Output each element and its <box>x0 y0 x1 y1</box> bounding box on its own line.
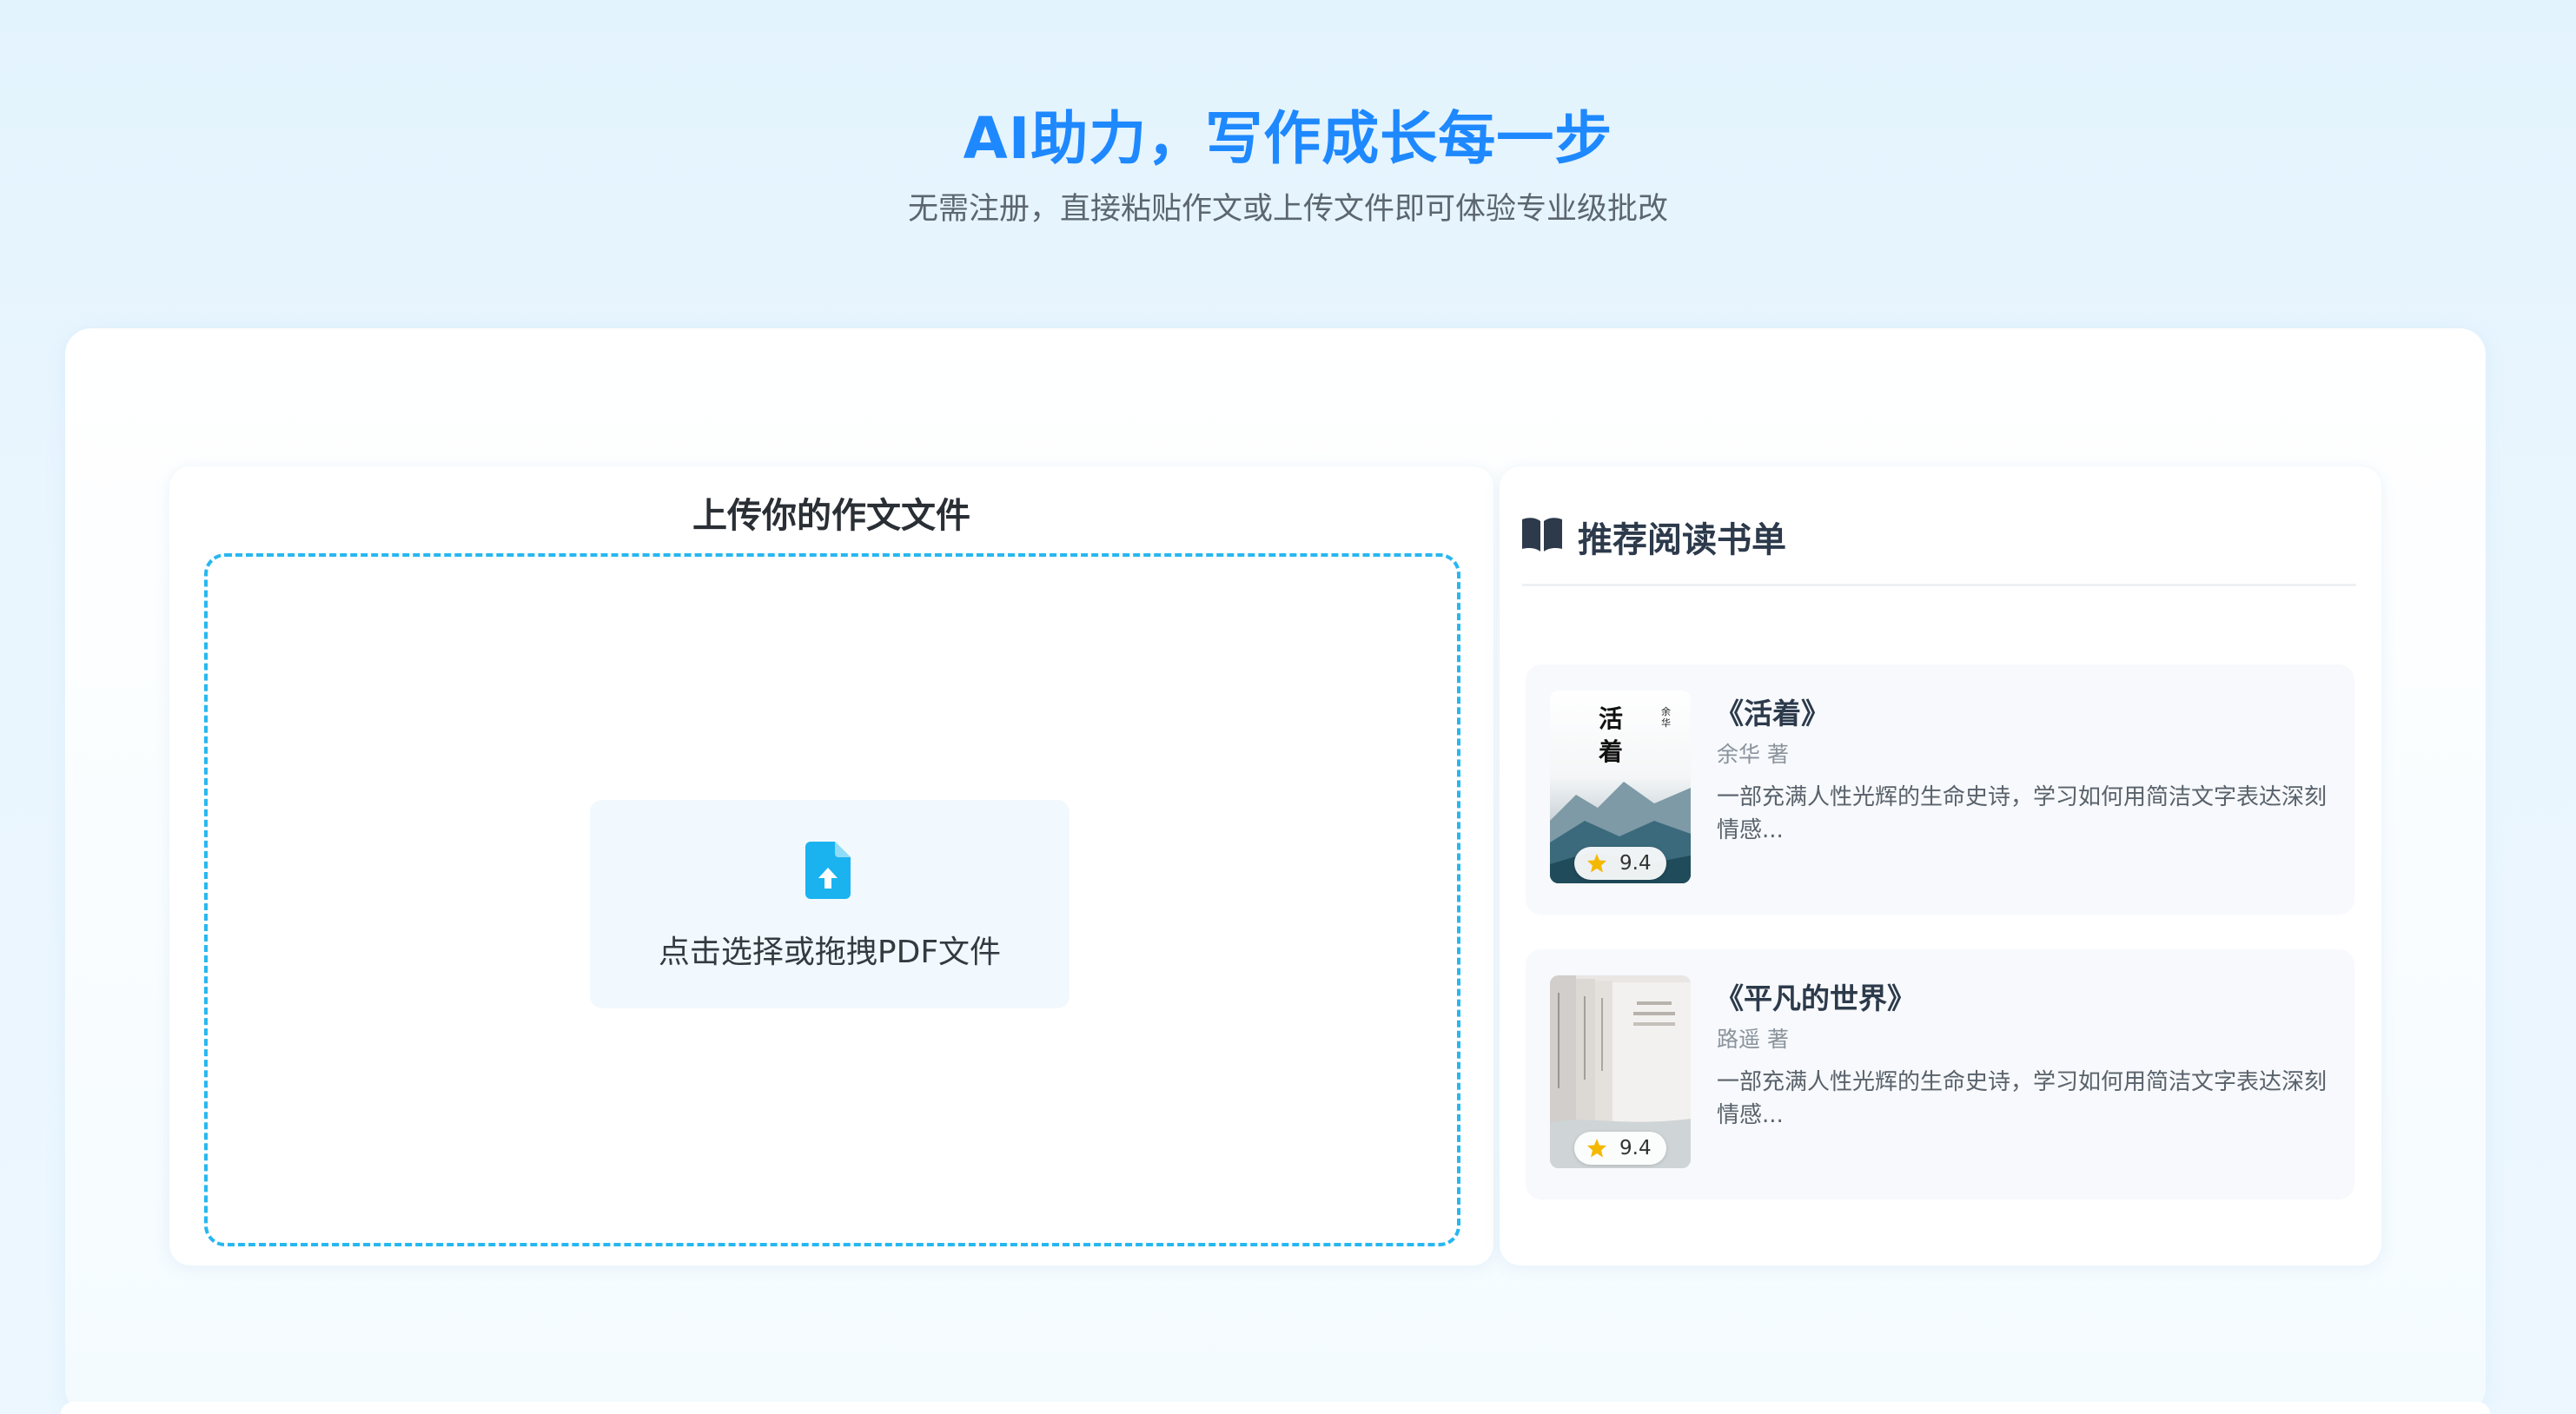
open-book-icon <box>1522 517 1562 552</box>
rating-badge: 9.4 <box>1574 847 1666 880</box>
next-section-edge <box>61 1402 2490 1414</box>
upload-button-label: 点击选择或拖拽PDF文件 <box>658 935 1002 970</box>
star-icon <box>1586 853 1607 874</box>
select-file-button[interactable]: 点击选择或拖拽PDF文件 <box>590 800 1069 1008</box>
cover-author: 余华 <box>1661 706 1671 729</box>
book-description: 一部充满人性光辉的生命史诗，学习如何用简洁文字表达深刻情感... <box>1717 1069 2328 1128</box>
hero-title: AI助力，写作成长每一步 <box>963 105 1613 172</box>
cover-title: 活着 <box>1599 704 1624 766</box>
reading-list-card: 推荐阅读书单 活着 余华 9.4 《活着》 余华 著 一部充满人性光辉的生命史诗… <box>1500 466 2381 1265</box>
upload-title: 上传你的作文文件 <box>692 496 970 536</box>
rating-score: 9.4 <box>1619 852 1652 875</box>
book-item[interactable]: 9.4 《平凡的世界》 路遥 著 一部充满人性光辉的生命史诗，学习如何用简洁文字… <box>1526 949 2354 1199</box>
star-icon <box>1586 1138 1607 1159</box>
pdf-dropzone[interactable]: 点击选择或拖拽PDF文件 <box>204 553 1460 1246</box>
upload-card: 上传你的作文文件 点击选择或拖拽PDF文件 <box>169 466 1493 1265</box>
file-upload-icon <box>805 842 851 899</box>
book-cover: 9.4 <box>1550 975 1691 1168</box>
book-description: 一部充满人性光辉的生命史诗，学习如何用简洁文字表达深刻情感... <box>1717 784 2328 843</box>
rating-score: 9.4 <box>1619 1137 1652 1160</box>
reading-list-title: 推荐阅读书单 <box>1578 520 1786 560</box>
book-author: 路遥 著 <box>1717 1027 1789 1052</box>
book-author: 余华 著 <box>1717 742 1789 767</box>
book-item[interactable]: 活着 余华 9.4 《活着》 余华 著 一部充满人性光辉的生命史诗，学习如何用简… <box>1526 664 2354 915</box>
reading-list-header: 推荐阅读书单 <box>1522 508 2356 586</box>
book-cover: 活着 余华 9.4 <box>1550 690 1691 883</box>
book-title[interactable]: 《活着》 <box>1715 690 1830 732</box>
book-title[interactable]: 《平凡的世界》 <box>1715 975 1916 1017</box>
hero-subtitle: 无需注册，直接粘贴作文或上传文件即可体验专业级批改 <box>907 192 1668 227</box>
rating-badge: 9.4 <box>1574 1132 1666 1165</box>
